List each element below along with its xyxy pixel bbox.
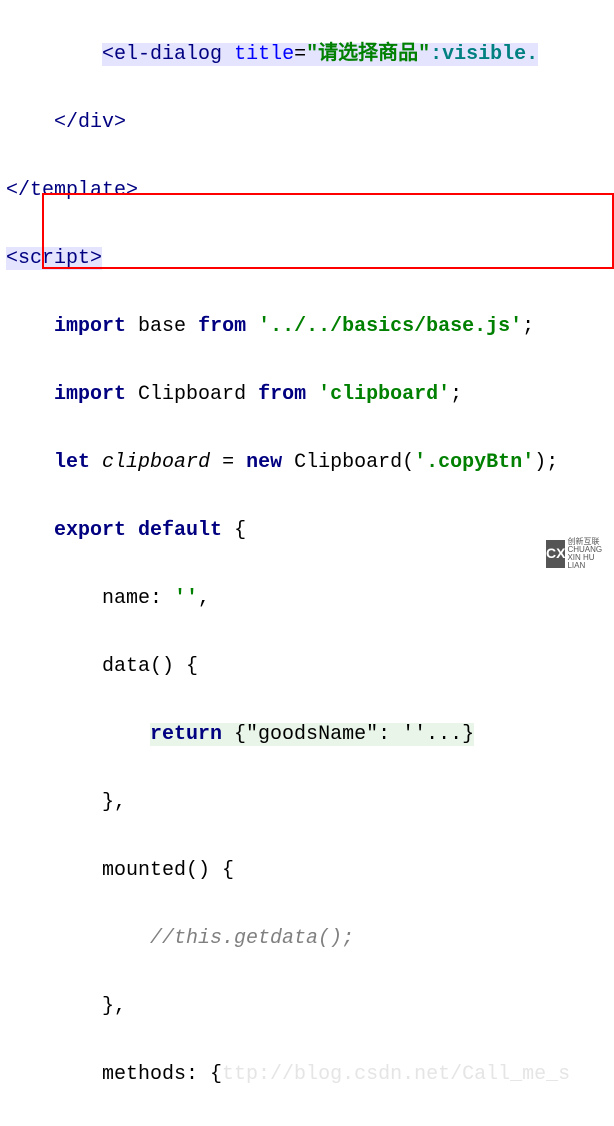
code-line-3: </template> xyxy=(6,174,608,208)
logo-text: 创新互联CHUANG XIN HU LIAN xyxy=(567,538,610,570)
code-line-11: return {"goodsName": ''...} xyxy=(6,718,608,752)
code-line-1: <el-dialog title="请选择商品":visible. xyxy=(6,38,608,72)
code-line-2: </div> xyxy=(6,106,608,140)
code-line-4: <script> xyxy=(6,242,608,276)
code-line-12: }, xyxy=(6,786,608,820)
code-line-8: export default { xyxy=(6,514,608,548)
code-line-5: import base from '../../basics/base.js'; xyxy=(6,310,608,344)
code-line-15: }, xyxy=(6,990,608,1024)
code-line-14: //this.getdata(); xyxy=(6,922,608,956)
code-line-13: mounted() { xyxy=(6,854,608,888)
code-line-7: let clipboard = new Clipboard('.copyBtn'… xyxy=(6,446,608,480)
code-line-16: methods: {ttp://blog.csdn.net/Call_me_s xyxy=(6,1058,608,1092)
logo-icon: CX xyxy=(546,540,565,568)
code-line-6: import Clipboard from 'clipboard'; xyxy=(6,378,608,412)
code-line-10: data() { xyxy=(6,650,608,684)
watermark-logo: CX 创新互联CHUANG XIN HU LIAN xyxy=(546,539,610,569)
code-line-9: name: '', xyxy=(6,582,608,616)
code-block: <el-dialog title="请选择商品":visible. </div>… xyxy=(0,0,614,1126)
